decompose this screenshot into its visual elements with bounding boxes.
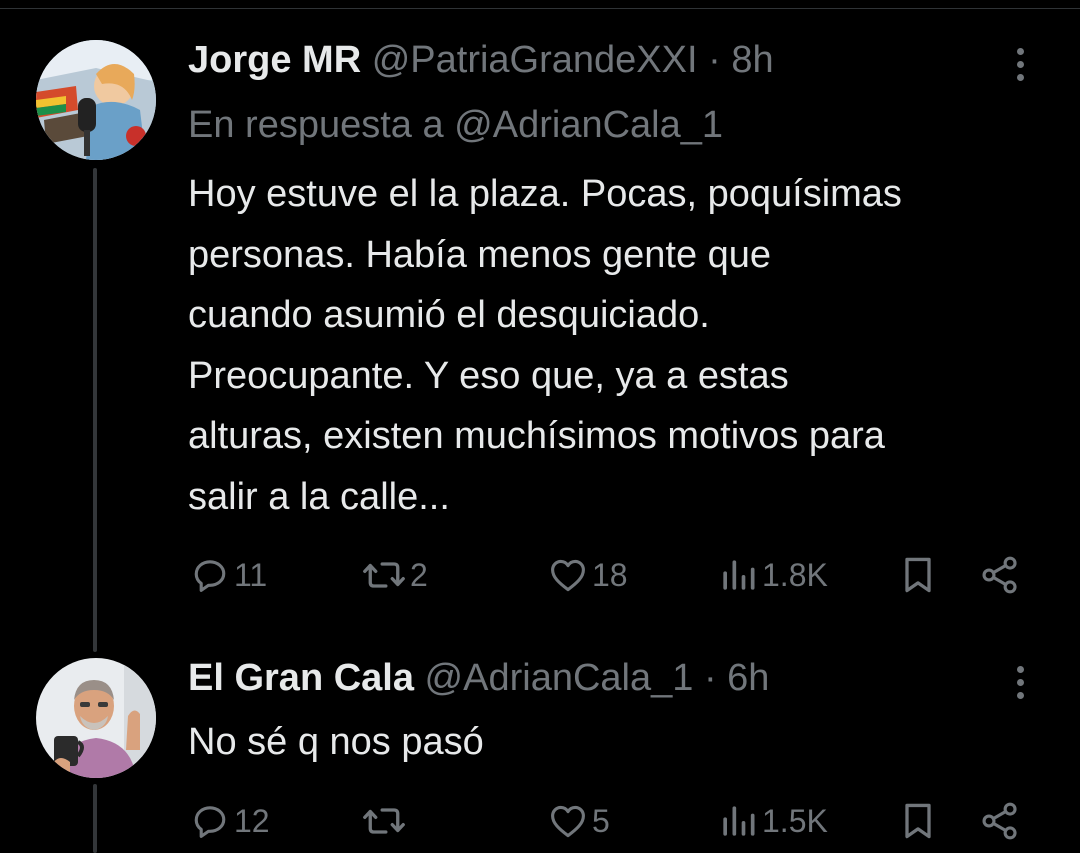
bookmark-icon [905,803,931,839]
tweet-text: No sé q nos pasó [188,721,484,763]
bar-chart-icon [723,806,755,836]
share-button[interactable] [978,796,1022,846]
timestamp[interactable]: 6h [727,657,769,699]
vertical-dots-icon [1016,47,1024,55]
speech-bubble-icon [194,806,226,838]
tweet[interactable]: El Gran Cala @AdrianCala_1 · 6h No sé q … [0,640,1080,853]
separator-dot: · [703,657,717,699]
user-handle[interactable]: @PatriaGrandeXXI [372,39,698,81]
views-button[interactable]: 1.8K [716,550,828,600]
heart-icon [551,559,585,592]
like-count: 18 [592,556,628,593]
user-handle[interactable]: @AdrianCala_1 [425,657,694,699]
heart-icon [551,805,585,838]
tweet-text: Hoy estuve el la plaza. Pocas, poquísima… [188,173,902,518]
more-options-button[interactable] [1004,658,1036,706]
like-count: 5 [592,802,610,839]
share-nodes-icon [982,802,1017,840]
reply-mention-link[interactable]: @AdrianCala_1 [454,104,723,146]
share-nodes-icon [982,556,1017,594]
view-count: 1.8K [762,556,828,593]
repost-button[interactable] [360,796,410,846]
share-button[interactable] [978,550,1022,600]
avatar[interactable] [36,658,156,778]
vertical-dots-icon [1016,665,1024,673]
action-bar: 12 5 1.5K [188,796,1048,846]
avatar-image [36,658,156,778]
display-name[interactable]: El Gran Cala [188,657,414,699]
tweet[interactable]: Jorge MR @PatriaGrandeXXI · 8h En respue… [0,0,1080,640]
bookmark-icon [905,557,931,593]
like-button[interactable]: 18 [546,550,628,600]
repost-button[interactable]: 2 [360,550,428,600]
views-button[interactable]: 1.5K [716,796,828,846]
speech-bubble-icon [194,560,226,592]
display-name[interactable]: Jorge MR [188,39,361,81]
like-button[interactable]: 5 [546,796,610,846]
tweet-header: Jorge MR @PatriaGrandeXXI · 8h [188,36,1000,84]
timestamp[interactable]: 8h [731,39,773,81]
reply-context: En respuesta a @AdrianCala_1 [188,101,723,149]
avatar-image [36,40,156,160]
more-options-button[interactable] [1004,40,1036,88]
reply-button[interactable]: 12 [188,796,270,846]
repost-arrows-icon [363,808,405,834]
repost-count: 2 [410,556,428,593]
reply-prefix: En respuesta a [188,104,444,146]
reply-button[interactable]: 11 [188,550,267,600]
separator-dot: · [708,39,721,81]
tweet-header: El Gran Cala @AdrianCala_1 · 6h [188,654,1000,702]
bookmark-button[interactable] [896,796,940,846]
bookmark-button[interactable] [896,550,940,600]
bar-chart-icon [723,560,755,590]
repost-arrows-icon [363,562,405,588]
view-count: 1.5K [762,802,828,839]
reply-count: 11 [234,556,268,593]
reply-count: 12 [234,802,270,839]
action-bar: 11 2 18 1.8K [188,550,1048,600]
avatar[interactable] [36,40,156,160]
